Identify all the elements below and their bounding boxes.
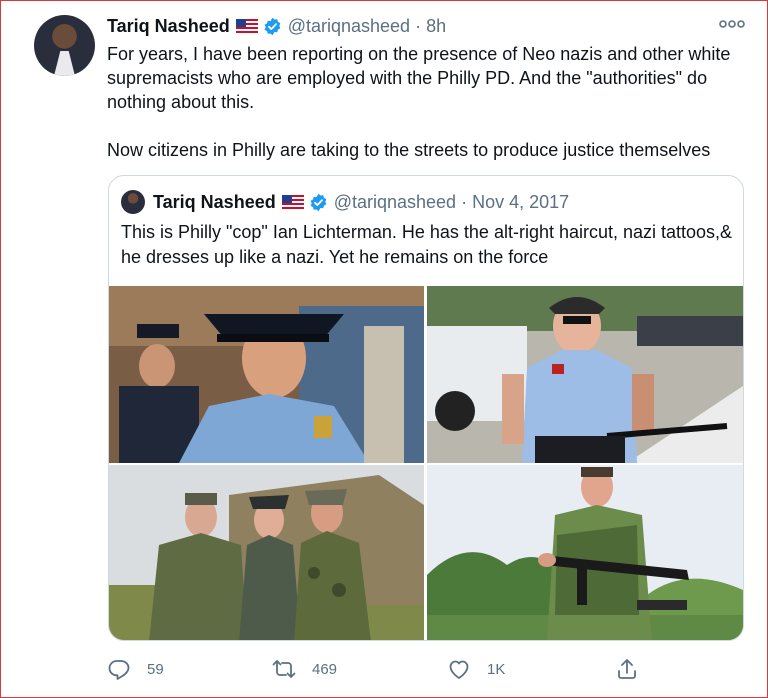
quoted-author-handle-time: @tariqnasheed · Nov 4, 2017 [333,191,570,212]
avatar-shirt [54,51,75,76]
man-with-rifle-field-photo[interactable] [427,465,743,640]
reply-icon [108,660,130,680]
retweet-button[interactable]: 469 [272,655,337,683]
us-flag-icon [281,195,304,209]
heart-icon [449,660,469,679]
share-icon [618,659,636,679]
quoted-author-avatar [121,190,145,214]
more-dots-icon[interactable] [719,16,745,32]
verified-badge-icon [310,193,327,211]
police-officer-crowd-photo[interactable] [109,286,424,463]
quoted-tweet-header: Tariq Nasheed @tariqnasheed · Nov 4, 201… [121,190,569,214]
like-button[interactable]: 1K [447,655,505,683]
share-button[interactable] [615,655,655,683]
ww2-uniform-reenactors-photo[interactable] [109,465,424,640]
retweet-count: 469 [312,660,338,678]
quoted-tweet-text: This is Philly "cop" Ian Lichterman. He … [121,222,733,267]
quoted-tweet-card[interactable]: Tariq Nasheed @tariqnasheed · Nov 4, 201… [108,175,744,641]
reply-button[interactable]: 59 [107,655,164,683]
quoted-author-name: Tariq Nasheed [153,191,276,212]
author-name[interactable]: Tariq Nasheed [107,16,230,37]
verified-badge-icon [264,17,281,35]
tweet-actions-bar: 59 469 1K [107,655,647,683]
author-handle-time[interactable]: @tariqnasheed · 8h [288,16,446,37]
tweet-text: For years, I have been reporting on the … [107,44,731,160]
media-grid [109,286,743,640]
author-avatar[interactable] [34,15,95,76]
reply-count: 59 [147,660,164,678]
like-count: 1K [487,660,506,678]
retweet-icon [272,660,296,678]
us-flag-icon [235,19,258,33]
tweet-header: Tariq Nasheed @tariqnasheed · 8h [107,14,446,38]
police-officer-bicycle-photo[interactable] [427,286,743,463]
